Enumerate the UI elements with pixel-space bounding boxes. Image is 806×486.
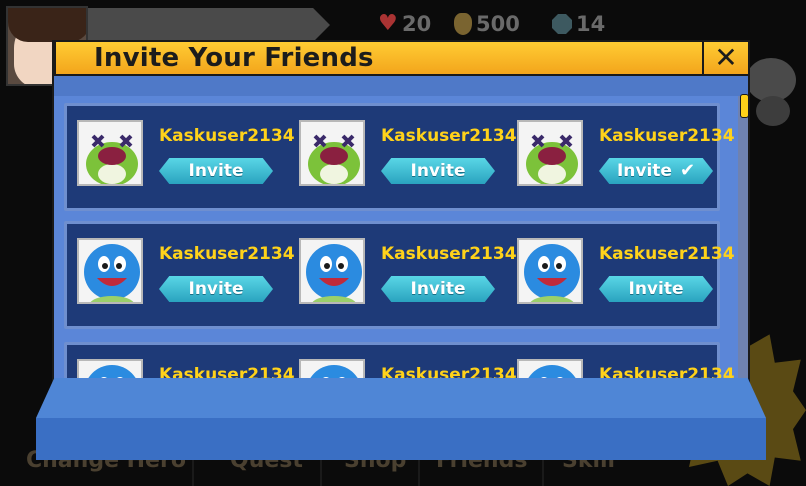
modal-base-top (36, 378, 766, 418)
modal-header: Invite Your Friends (54, 40, 702, 76)
green-monster-icon (517, 120, 583, 186)
checkmark-icon: ✔ (679, 160, 696, 181)
friend-card: Kaskuser2134 Invite (67, 224, 295, 326)
friend-name: Kaskuser2134 (599, 244, 735, 264)
modal-base-front (36, 418, 766, 460)
player-name-bar (88, 8, 330, 42)
modal-strip (54, 76, 748, 96)
close-button[interactable]: ✕ (702, 40, 750, 76)
blue-smiley-icon (77, 238, 143, 304)
heart-icon: ♥ (378, 11, 398, 36)
blue-smiley-icon (299, 238, 365, 304)
friend-card: Kaskuser2134 (289, 345, 517, 382)
close-icon: ✕ (714, 41, 738, 74)
invite-button[interactable]: Invite (159, 158, 273, 184)
friend-card: Kaskuser2134 Invite (507, 224, 735, 326)
hearts-counter: ♥ 20 (378, 11, 432, 36)
friend-name: Kaskuser2134 (381, 126, 517, 146)
friend-card: Kaskuser2134 (67, 345, 295, 382)
friend-card: Kaskuser2134 Invite ✔ (507, 106, 735, 208)
invite-button[interactable]: Invite (599, 276, 713, 302)
scrollbar-thumb[interactable] (740, 94, 749, 118)
friend-card: Kaskuser2134 Invite (289, 106, 517, 208)
gem-icon (552, 14, 572, 34)
money-counter: 500 (454, 10, 520, 38)
money-bag-icon (454, 13, 472, 35)
friend-name: Kaskuser2134 (599, 126, 735, 146)
friend-row: Kaskuser2134 Kaskuser2134 Kaskuser2134 (64, 342, 735, 382)
invite-button-sent[interactable]: Invite ✔ (599, 158, 713, 184)
green-monster-icon (299, 120, 365, 186)
gems-counter: 14 (552, 10, 605, 38)
invite-button[interactable]: Invite (159, 276, 273, 302)
green-monster-icon (77, 120, 143, 186)
blue-smiley-icon (517, 238, 583, 304)
modal-title: Invite Your Friends (94, 43, 374, 73)
friend-name: Kaskuser2134 (159, 244, 295, 264)
friend-card: Kaskuser2134 Invite (67, 106, 295, 208)
invite-button[interactable]: Invite (381, 276, 495, 302)
friend-name: Kaskuser2134 (159, 126, 295, 146)
invite-button[interactable]: Invite (381, 158, 495, 184)
friend-row: Kaskuser2134 Invite Kaskuser2134 Invite … (64, 103, 735, 211)
chat-bubble-small-icon (756, 96, 790, 126)
friend-row: Kaskuser2134 Invite Kaskuser2134 Invite … (64, 221, 735, 329)
friends-list[interactable]: Kaskuser2134 Invite Kaskuser2134 Invite … (54, 96, 738, 382)
friend-name: Kaskuser2134 (381, 244, 517, 264)
friend-card: Kaskuser2134 (507, 345, 735, 382)
friend-card: Kaskuser2134 Invite (289, 224, 517, 326)
